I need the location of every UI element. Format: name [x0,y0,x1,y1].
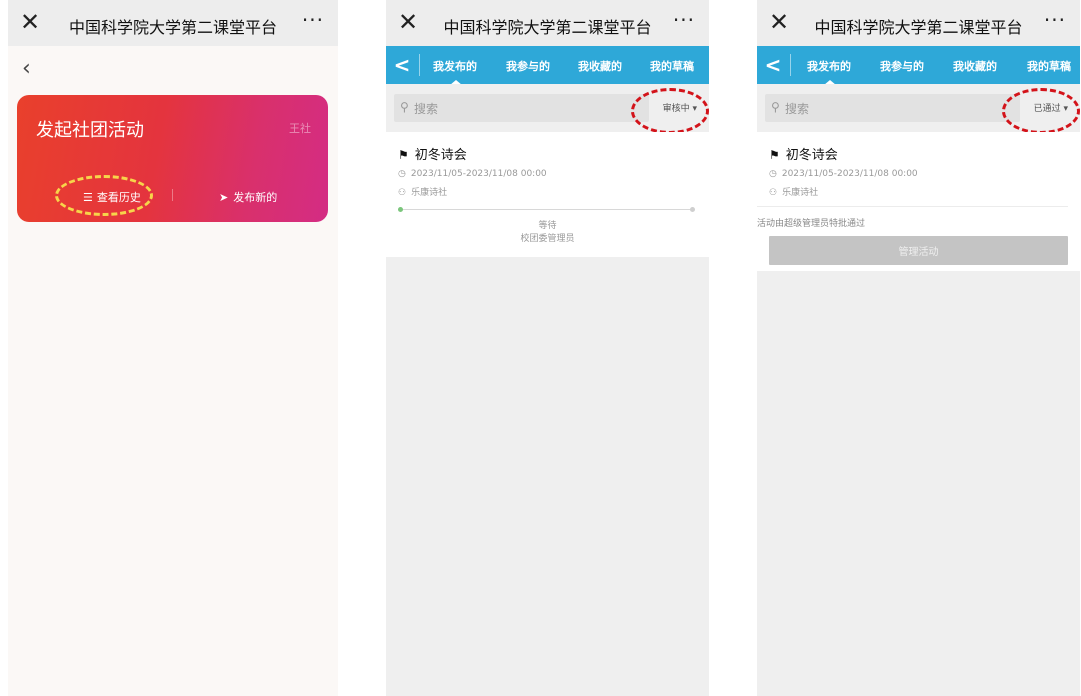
tab-separator [790,54,791,76]
search-input[interactable]: ⚲ 搜索 [765,94,1020,122]
activity-date: 2023/11/05-2023/11/08 00:00 [410,169,547,179]
flag-icon: ⚑ [398,148,409,162]
back-icon[interactable]: < [386,46,418,84]
tab-joined[interactable]: 我参与的 [506,58,550,74]
tab-joined[interactable]: 我参与的 [880,58,924,74]
highlight-annotation [1002,88,1080,134]
tab-bar: < 我发布的 我参与的 我收藏的 我的草稿 [386,46,709,85]
activity-date: 2023/11/05-2023/11/08 00:00 [781,169,918,179]
tab-drafts[interactable]: 我的草稿 [1027,58,1071,74]
search-placeholder: 搜索 [414,102,439,116]
app-title: 中国科学院大学第二课堂平台 [443,18,652,37]
card-title: 发起社团活动 [36,120,144,141]
approver-label: 校团委管理员 [520,234,575,244]
item-divider [757,206,1068,207]
miniprogram-title-bar: ✕ 中国科学院大学第二课堂平台 ··· [386,0,709,46]
tab-separator [419,54,420,76]
activity-date-row: ◷ 2023/11/05-2023/11/08 00:00 [398,169,547,179]
search-row: ⚲ 搜索 已通过 ▾ [757,84,1080,134]
activity-name-row: ⚑ 初冬诗会 [769,144,838,163]
search-placeholder: 搜索 [785,102,810,116]
screen-pending-list: ✕ 中国科学院大学第二课堂平台 ··· < 我发布的 我参与的 我收藏的 我的草… [386,0,709,696]
highlight-annotation [55,175,153,216]
tab-favorites[interactable]: 我收藏的 [953,58,997,74]
start-activity-card: 发起社团活动 王社 ☰ 查看历史 ➤ 发布新的 [17,95,328,222]
tab-bar: < 我发布的 我参与的 我收藏的 我的草稿 [757,46,1080,85]
activity-date-row: ◷ 2023/11/05-2023/11/08 00:00 [769,169,918,179]
approval-progress-line [398,207,695,212]
activity-org: 乐康诗社 [411,188,448,198]
group-icon: ⚇ [769,188,778,198]
more-icon[interactable]: ··· [673,8,695,32]
tab-favorites[interactable]: 我收藏的 [578,58,622,74]
activity-org-row: ⚇ 乐康诗社 [398,185,447,198]
tab-published[interactable]: 我发布的 [433,58,477,74]
miniprogram-title-bar: ✕ 中国科学院大学第二课堂平台 ··· [757,0,1080,46]
back-icon[interactable]: < [757,46,789,84]
tab-drafts[interactable]: 我的草稿 [650,58,694,74]
activity-org-row: ⚇ 乐康诗社 [769,185,818,198]
back-icon[interactable]: ‹ [22,58,31,80]
more-icon[interactable]: ··· [302,8,324,32]
activity-org: 乐康诗社 [782,188,819,198]
search-input[interactable]: ⚲ 搜索 [394,94,649,122]
highlight-annotation [631,88,709,134]
clock-icon: ◷ [769,169,777,179]
screen-approved-list: ✕ 中国科学院大学第二课堂平台 ··· < 我发布的 我参与的 我收藏的 我的草… [757,0,1080,696]
progress-end-dot [690,207,695,212]
card-org-name: 王社 [289,122,311,135]
approval-note: 活动由超级管理员特批通过 [757,219,866,229]
miniprogram-title-bar: ✕ 中国科学院大学第二课堂平台 ··· [8,0,338,46]
approval-status: 等待 校团委管理员 [386,220,709,246]
app-title: 中国科学院大学第二课堂平台 [68,18,277,37]
card-divider [172,189,173,201]
flag-icon: ⚑ [769,148,780,162]
activity-name: 初冬诗会 [785,148,838,163]
search-row: ⚲ 搜索 审核中 ▾ [386,84,709,134]
search-icon: ⚲ [771,100,780,114]
publish-new-label: 发布新的 [233,191,278,204]
activity-name: 初冬诗会 [414,148,467,163]
send-icon: ➤ [219,191,229,204]
clock-icon: ◷ [398,169,406,179]
activity-list-item[interactable]: ⚑ 初冬诗会 ◷ 2023/11/05-2023/11/08 00:00 ⚇ 乐康诗社… [386,132,709,257]
activity-name-row: ⚑ 初冬诗会 [398,144,467,163]
progress-start-dot [398,207,403,212]
tab-published[interactable]: 我发布的 [807,58,851,74]
more-icon[interactable]: ··· [1044,8,1066,32]
wait-label: 等待 [538,221,557,231]
manage-activity-button[interactable]: 管理活动 [769,236,1068,265]
publish-new-button[interactable]: ➤ 发布新的 [219,189,277,205]
activity-list-item[interactable]: ⚑ 初冬诗会 ◷ 2023/11/05-2023/11/08 00:00 ⚇ 乐康诗社… [757,132,1080,271]
screen-start-activity: ✕ 中国科学院大学第二课堂平台 ··· ‹ 发起社团活动 王社 ☰ 查看历史 ➤ 发… [8,0,338,696]
search-icon: ⚲ [400,100,409,114]
group-icon: ⚇ [398,188,407,198]
app-title: 中国科学院大学第二课堂平台 [814,18,1023,37]
